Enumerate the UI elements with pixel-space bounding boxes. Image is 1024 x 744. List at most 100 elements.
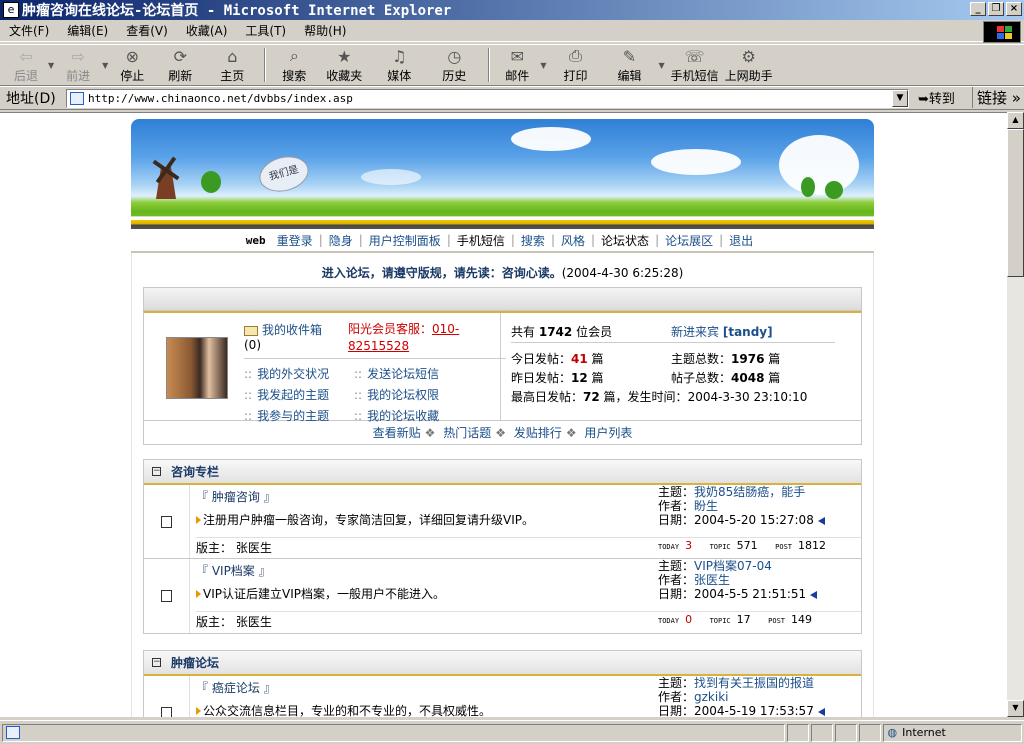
nav-forum-status[interactable]: 论坛状态	[595, 232, 655, 249]
forum-status-icon	[161, 590, 172, 602]
menu-help[interactable]: 帮助(H)	[295, 22, 355, 39]
goto-last-post-icon[interactable]	[817, 707, 825, 716]
address-dropdown-icon[interactable]: ▼	[892, 90, 908, 107]
search-button[interactable]: ⌕ 搜索	[272, 45, 316, 85]
menu-edit[interactable]: 编辑(E)	[58, 22, 117, 39]
link-joined-topics[interactable]: 我参与的主题	[244, 407, 354, 424]
quick-hot-topics[interactable]: 热门话题	[443, 426, 491, 440]
section-header[interactable]: − 咨询专栏	[144, 460, 861, 485]
nav-control-panel[interactable]: 用户控制面板	[363, 232, 447, 249]
forum-moderator[interactable]: 张医生	[236, 615, 272, 629]
notice-text: 进入论坛，请遵守版规，请先读：咨询心读。	[321, 266, 562, 280]
maximize-button[interactable]: ❐	[988, 2, 1004, 16]
forward-dropdown-icon[interactable]: ▼	[102, 61, 108, 70]
last-date: 2004-5-5 21:51:51	[694, 587, 807, 601]
menu-favorites[interactable]: 收藏(A)	[177, 22, 237, 39]
scroll-down-icon[interactable]: ▼	[1007, 700, 1024, 717]
today-count: 3	[685, 539, 693, 552]
home-icon: ⌂	[227, 46, 238, 66]
info-header-bar	[143, 287, 862, 311]
nav-relogin[interactable]: 重登录	[271, 232, 319, 249]
quick-post-ranking[interactable]: 发贴排行	[514, 426, 562, 440]
scroll-up-icon[interactable]: ▲	[1007, 112, 1024, 129]
quick-new-posts[interactable]: 查看新贴	[373, 426, 421, 440]
menu-view[interactable]: 查看(V)	[117, 22, 177, 39]
address-input[interactable]: http://www.chinaonco.net/dvbbs/index.asp	[66, 89, 909, 108]
today-posts: 41	[571, 352, 588, 366]
print-icon: ⎙	[569, 46, 582, 65]
favorites-button[interactable]: ★ 收藏夹	[316, 45, 372, 85]
collapse-icon[interactable]: −	[152, 467, 161, 476]
refresh-button[interactable]: ⟳ 刷新	[154, 45, 206, 85]
mail-button[interactable]: ✉ 邮件	[496, 45, 538, 85]
mail-dropdown-icon[interactable]: ▼	[540, 61, 546, 70]
history-button[interactable]: ◷ 历史	[426, 45, 482, 85]
menu-tools[interactable]: 工具(T)	[236, 22, 295, 39]
last-author[interactable]: 张医生	[694, 573, 730, 587]
last-topic[interactable]: VIP档案07-04	[694, 559, 772, 573]
bullet-icon	[196, 516, 201, 524]
quick-user-list[interactable]: 用户列表	[584, 426, 632, 440]
link-send-sms[interactable]: 发送论坛短信	[354, 365, 464, 382]
forum-moderator[interactable]: 张医生	[236, 541, 272, 555]
forum-page: 我们是 web 重登录 | 隐身 | 用户控制面板 | 手机短信 | 搜索 | 风格 | 论…	[131, 119, 874, 717]
forum-row: 『 肿瘤咨询 』 注册用户肿瘤一般咨询，专家简洁回复，详细回复请升级VIP。 版…	[144, 485, 861, 559]
forum-row: 『 癌症论坛 』 公众交流信息栏目，专业的和不专业的，不具权威性。 主题：找到有…	[144, 676, 861, 717]
section-header[interactable]: − 肿瘤论坛	[144, 651, 861, 676]
goto-last-post-icon[interactable]	[810, 590, 818, 599]
page-viewport[interactable]: 我们是 web 重登录 | 隐身 | 用户控制面板 | 手机短信 | 搜索 | 风格 | 论…	[0, 112, 1007, 717]
collapse-icon[interactable]: −	[152, 658, 161, 667]
link-my-relations[interactable]: 我的外交状况	[244, 365, 354, 382]
minimize-button[interactable]: _	[970, 2, 986, 16]
search-icon: ⌕	[289, 46, 299, 65]
nav-forum-gallery[interactable]: 论坛展区	[659, 232, 719, 249]
topic-count: 17	[736, 613, 751, 626]
edit-icon: ✎	[622, 46, 637, 66]
inbox-count: (0)	[244, 338, 261, 352]
inbox-link[interactable]: 我的收件箱 (0)	[244, 321, 348, 358]
link-my-permissions[interactable]: 我的论坛权限	[354, 386, 464, 403]
last-author[interactable]: 盼生	[694, 499, 718, 513]
last-author[interactable]: gzkiki	[694, 690, 728, 704]
back-dropdown-icon[interactable]: ▼	[48, 61, 54, 70]
status-text	[2, 723, 785, 742]
close-button[interactable]: ×	[1006, 2, 1022, 16]
edit-dropdown-icon[interactable]: ▼	[658, 61, 664, 70]
section-consult: − 咨询专栏 『 肿瘤咨询 』 注册用户肿瘤一般咨询，专家简洁回复，详细回复请升…	[143, 459, 862, 634]
print-button[interactable]: ⎙ 打印	[548, 45, 602, 85]
link-my-topics[interactable]: 我发起的主题	[244, 386, 354, 403]
links-button[interactable]: 链接 »	[972, 87, 1021, 108]
total-topics: 1976	[731, 352, 765, 366]
toolbar: ⇦ 后退 ▼ ⇨ 前进 ▼ ⊗ 停止 ⟳ 刷新 ⌂ 主页 ⌕ 搜索 ★ 收藏夹 …	[0, 44, 1024, 86]
forward-button[interactable]: ⇨ 前进	[56, 45, 100, 85]
nav-logout[interactable]: 退出	[723, 232, 759, 249]
page-status-icon	[6, 725, 20, 739]
nav-invisible[interactable]: 隐身	[323, 232, 359, 249]
max-daily-posts: 72	[583, 390, 600, 404]
media-button[interactable]: ♫ 媒体	[372, 45, 426, 85]
back-button[interactable]: ⇦ 后退	[6, 45, 46, 85]
avatar[interactable]	[166, 337, 228, 399]
vertical-scrollbar[interactable]: ▲ ▼	[1007, 112, 1024, 717]
nav-sms[interactable]: 手机短信	[451, 232, 511, 249]
last-topic[interactable]: 找到有关王振国的报道	[694, 676, 814, 690]
goto-last-post-icon[interactable]	[817, 516, 825, 525]
today-count: 0	[685, 613, 693, 626]
header-banner: 我们是	[131, 119, 874, 229]
home-button[interactable]: ⌂ 主页	[206, 45, 258, 85]
link-my-favorites[interactable]: 我的论坛收藏	[354, 407, 464, 424]
forum-nav: web 重登录 | 隐身 | 用户控制面板 | 手机短信 | 搜索 | 风格 | 论坛状态 |…	[131, 229, 874, 253]
helper-button[interactable]: ⚙ 上网助手	[723, 45, 775, 85]
windows-logo-icon	[983, 21, 1021, 43]
newest-member[interactable]: [tandy]	[723, 325, 773, 339]
scroll-thumb[interactable]	[1007, 129, 1024, 277]
menu-file[interactable]: 文件(F)	[0, 22, 58, 39]
back-arrow-icon: ⇦	[19, 46, 33, 66]
stop-button[interactable]: ⊗ 停止	[110, 45, 154, 85]
nav-style[interactable]: 风格	[555, 232, 591, 249]
sms-button[interactable]: ☏ 手机短信	[667, 45, 723, 85]
edit-button[interactable]: ✎ 编辑	[602, 45, 656, 85]
nav-search[interactable]: 搜索	[515, 232, 551, 249]
last-topic[interactable]: 我奶85结肠癌，能手	[694, 485, 805, 499]
go-button[interactable]: ➥转到	[918, 88, 955, 107]
